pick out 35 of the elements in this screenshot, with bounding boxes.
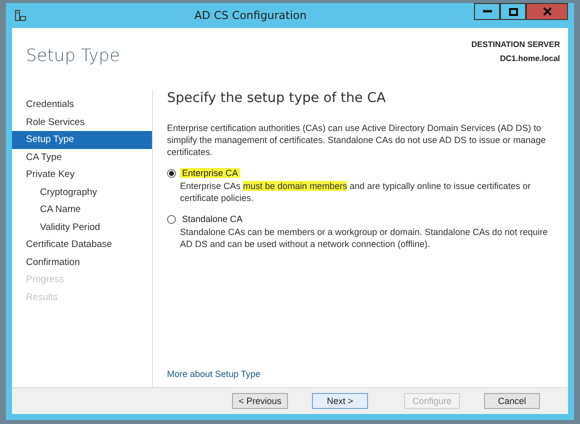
option-description: Enterprise CAs must be domain members and are typically online to issue certificates or certificate policies. [180, 180, 532, 204]
wizard-step[interactable]: Validity Period [12, 218, 152, 236]
close-button[interactable] [526, 3, 568, 20]
wizard-step[interactable]: CA Name [12, 201, 152, 218]
wizard-step[interactable]: Role Services [12, 114, 152, 131]
intro-text: Enterprise certification authorities (CAs) can use Active Directory Domain Services (AD DS) to simplify the management of certificates. Standalone CAs do not use AD DS to issue or manage certificates. [167, 122, 547, 158]
radio-label[interactable]: Enterprise CA [180, 168, 240, 178]
wizard-step[interactable]: Cryptography [12, 184, 152, 201]
destination-server: DC1.home.local [498, 53, 560, 65]
minimize-icon [482, 10, 492, 13]
section-heading: Specify the setup type of the CA [167, 90, 387, 106]
destination-label: DESTINATION SERVER [471, 39, 560, 51]
option-description: Standalone CAs can be members or a workgroup or domain. Standalone CAs do not require AD DS and can be used without a network connection (offline). [180, 226, 549, 250]
maximize-button[interactable] [500, 3, 526, 20]
radio-label[interactable]: Standalone CA [180, 214, 245, 224]
wizard-step[interactable]: Setup Type [12, 131, 152, 148]
wizard-step[interactable]: Confirmation [12, 254, 152, 271]
server-icon [14, 9, 27, 22]
minimize-button[interactable] [474, 3, 500, 20]
wizard-step[interactable]: Private Key [12, 166, 152, 184]
wizard-button[interactable]: Next > [312, 393, 368, 409]
wizard-step[interactable]: CA Type [12, 148, 152, 166]
maximize-icon [508, 8, 518, 16]
wizard-step: Results [12, 288, 152, 306]
help-link[interactable]: More about Setup Type [167, 369, 260, 379]
wizard-step: Progress [12, 271, 152, 288]
wizard-step[interactable]: Credentials [12, 96, 152, 114]
page-title: Setup Type [26, 46, 120, 68]
wizard-button[interactable]: Cancel [484, 393, 540, 409]
close-icon [542, 7, 552, 16]
wizard-button[interactable]: < Previous [232, 393, 288, 409]
radio-button[interactable] [167, 168, 176, 178]
window-title: AD CS Configuration [193, 9, 308, 22]
radio-button[interactable] [167, 214, 176, 224]
wizard-step[interactable]: Certificate Database [12, 236, 152, 254]
